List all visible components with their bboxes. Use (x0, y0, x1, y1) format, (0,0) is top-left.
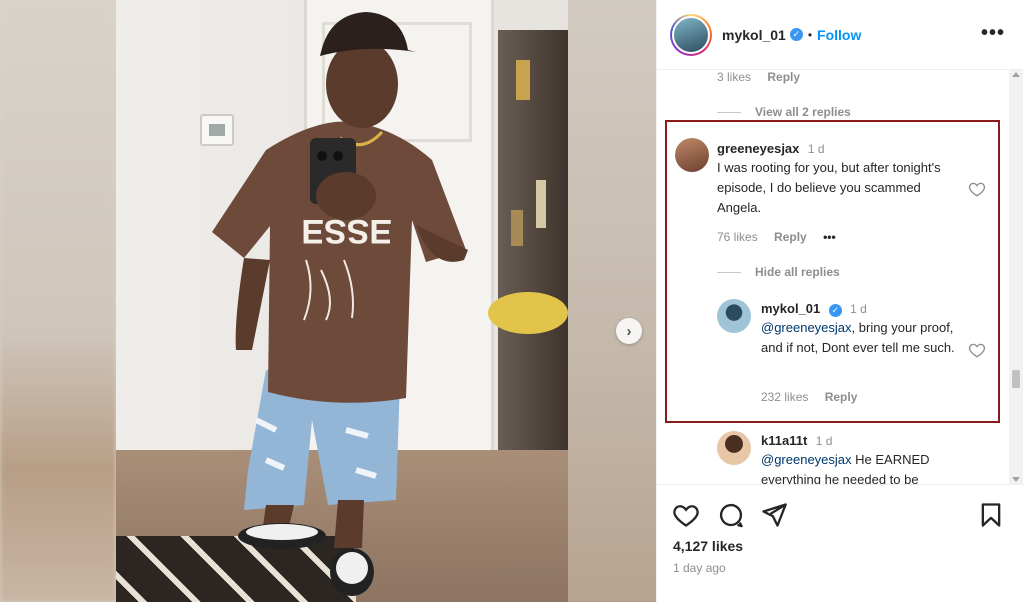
media-blur-right (568, 0, 656, 602)
bookmark-icon[interactable] (977, 501, 1005, 529)
comment-icon[interactable] (717, 501, 745, 529)
media-blur-left (0, 0, 116, 602)
hide-replies-label: Hide all replies (755, 265, 840, 279)
reply2-text: @greeneyesjax He EARNED everything he ne… (761, 450, 971, 484)
chevron-right-icon: › (626, 322, 632, 340)
reply-reply-button[interactable]: Reply (825, 390, 858, 404)
comment-text: I was rooting for you, but after tonight… (717, 160, 941, 215)
scroll-down-arrow[interactable] (1012, 477, 1020, 482)
share-icon[interactable] (760, 501, 788, 529)
prev-comment-meta: 3 likes Reply (717, 70, 813, 84)
post-likes[interactable]: 4,127 likes (673, 538, 743, 554)
person-figure: ƎSSƎ (212, 12, 468, 596)
reply-username[interactable]: mykol_01 (761, 301, 820, 316)
scroll-thumb[interactable] (1012, 370, 1020, 388)
author-username[interactable]: mykol_01 (722, 27, 786, 43)
author-avatar[interactable] (670, 13, 712, 56)
next-media-button[interactable]: › (616, 318, 642, 344)
reply-button[interactable]: Reply (774, 230, 807, 244)
verified-icon: ✓ (828, 304, 842, 317)
comment-meta: 76 likes Reply ••• (717, 230, 849, 244)
reply2-comment: k11a11t 1 d @greeneyesjax He EARNED ever… (761, 432, 971, 484)
reply2-username[interactable]: k11a11t (761, 433, 807, 448)
reply-time: 1 d (850, 302, 867, 316)
reply-comment: mykol_01 ✓ 1 d @greeneyesjax, bring your… (761, 300, 971, 358)
commenter-avatar[interactable] (675, 138, 709, 172)
comments-scrollbar[interactable] (1009, 70, 1023, 484)
post-media: ƎSSƎ › (0, 0, 656, 602)
view-replies-label: View all 2 replies (755, 105, 851, 119)
reply-text: @greeneyesjax, bring your proof, and if … (761, 318, 971, 358)
reply-likes[interactable]: 232 likes (761, 390, 808, 404)
comments-panel: mykol_01 ✓ • Follow ••• 3 likes Reply Vi… (656, 0, 1024, 602)
reply2-avatar[interactable] (717, 431, 751, 465)
comment-list[interactable]: 3 likes Reply View all 2 replies greeney… (657, 70, 1007, 484)
verified-icon: ✓ (789, 28, 803, 41)
heart-icon[interactable] (968, 180, 986, 198)
post-time: 1 day ago (673, 561, 726, 575)
commenter-username[interactable]: greeneyesjax (717, 141, 799, 156)
reply2-time: 1 d (815, 434, 833, 448)
heart-icon[interactable] (672, 501, 700, 529)
post-photo: ƎSSƎ (116, 0, 568, 602)
follow-button[interactable]: Follow (817, 27, 861, 43)
comment-more-icon[interactable]: ••• (823, 230, 836, 244)
hide-replies-button[interactable]: Hide all replies (717, 265, 840, 279)
reply2-mention[interactable]: @greeneyesjax (761, 452, 852, 467)
post-header: mykol_01 ✓ • Follow ••• (657, 0, 1024, 70)
separator-dot: • (807, 27, 813, 42)
reply-mention[interactable]: @greeneyesjax (761, 320, 852, 335)
view-replies-button[interactable]: View all 2 replies (717, 105, 851, 119)
reply-avatar[interactable] (717, 299, 751, 333)
prev-comment-likes[interactable]: 3 likes (717, 70, 751, 84)
scroll-up-arrow[interactable] (1012, 72, 1020, 77)
comment-time: 1 d (807, 142, 825, 156)
comment-main: greeneyesjax 1 d I was rooting for you, … (717, 140, 967, 218)
heart-icon[interactable] (968, 341, 986, 359)
prev-reply-button[interactable]: Reply (767, 70, 800, 84)
more-icon[interactable]: ••• (981, 22, 1005, 45)
reply-meta: 232 likes Reply (761, 390, 870, 404)
comment-likes[interactable]: 76 likes (717, 230, 758, 244)
